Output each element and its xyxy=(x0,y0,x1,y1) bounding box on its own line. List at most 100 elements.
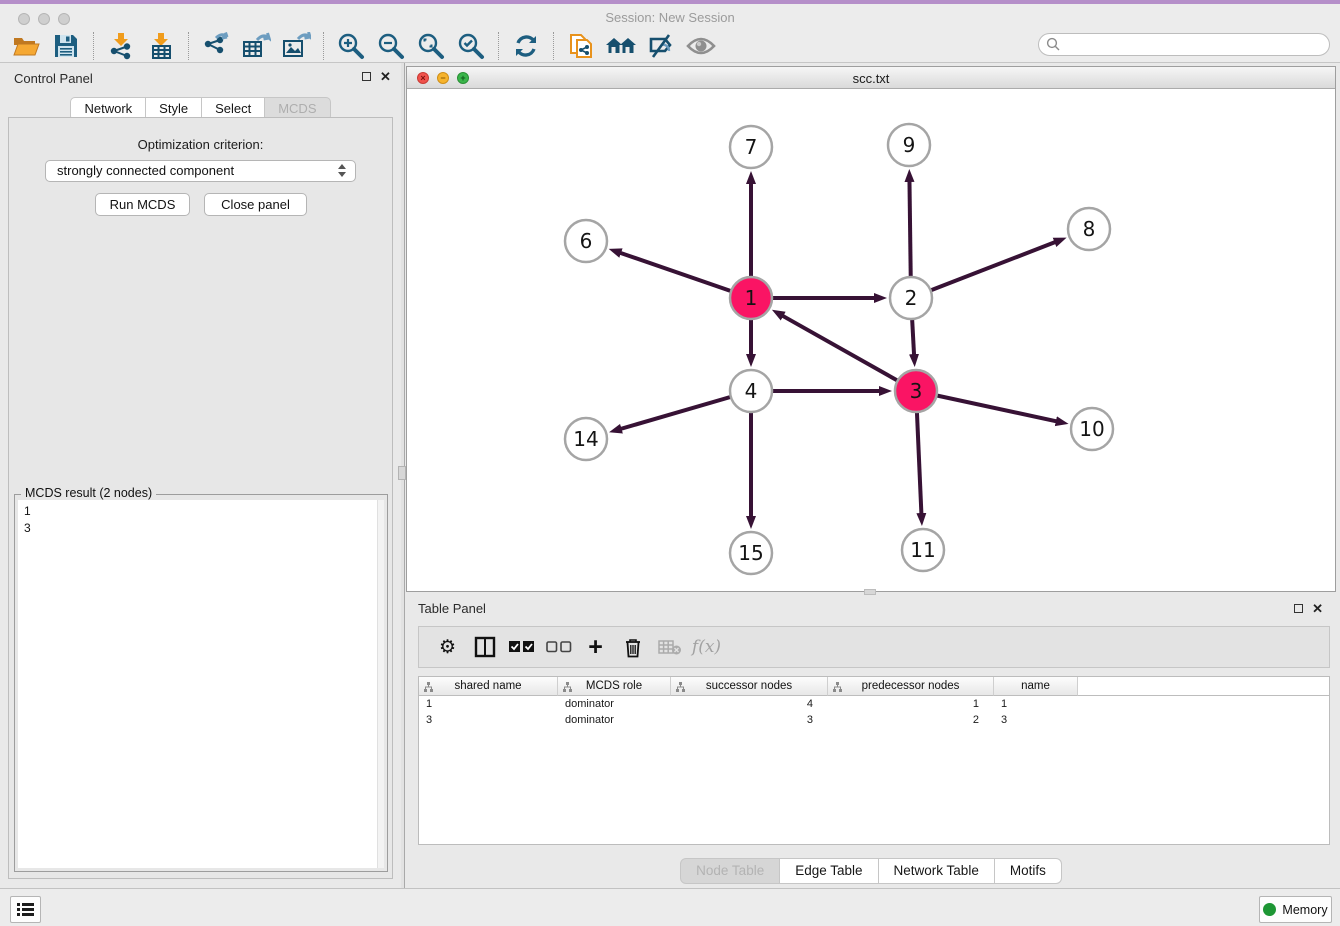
network-graph: 1 2 3 4 6 7 8 9 10 11 14 15 xyxy=(407,89,1335,591)
network-view-window: × − + scc.txt 1 2 3 4 6 7 8 9 10 11 14 15 xyxy=(406,66,1336,592)
column-type-icon xyxy=(563,681,572,699)
list-icon xyxy=(17,902,34,917)
graph-node-10[interactable]: 10 xyxy=(1071,408,1113,450)
close-table-panel-icon[interactable]: ✕ xyxy=(1312,604,1323,614)
save-session-icon[interactable] xyxy=(46,30,86,62)
graph-node-1[interactable]: 1 xyxy=(730,277,772,319)
result-scrollbar[interactable] xyxy=(377,500,384,868)
function-builder-icon[interactable]: f(x) xyxy=(688,630,725,664)
column-type-icon xyxy=(676,681,685,699)
network-window-titlebar[interactable]: × − + scc.txt xyxy=(407,67,1335,89)
horizontal-splitter-grip[interactable] xyxy=(864,589,876,595)
column-type-icon xyxy=(833,681,842,699)
search-icon xyxy=(1046,37,1060,56)
refresh-icon[interactable] xyxy=(506,30,546,62)
svg-text:3: 3 xyxy=(910,379,923,403)
table-header-row: shared name MCDS rolesuccessor nodesprede… xyxy=(419,677,1329,696)
float-panel-icon[interactable] xyxy=(362,72,371,81)
graph-node-14[interactable]: 14 xyxy=(565,418,607,460)
node-table[interactable]: shared name MCDS rolesuccessor nodesprede… xyxy=(418,676,1330,845)
open-session-icon[interactable] xyxy=(6,30,46,62)
run-mcds-button[interactable]: Run MCDS xyxy=(95,193,190,216)
graph-node-15[interactable]: 15 xyxy=(730,532,772,574)
window-titlebar: Session: New Session xyxy=(0,4,1340,29)
close-panel-icon[interactable]: ✕ xyxy=(380,72,391,82)
tab-motifs[interactable]: Motifs xyxy=(995,858,1062,884)
tab-node-table[interactable]: Node Table xyxy=(680,858,780,884)
cell-name[interactable]: 3 xyxy=(994,712,1078,728)
export-network-icon[interactable] xyxy=(196,30,236,62)
memory-button[interactable]: Memory xyxy=(1259,896,1332,923)
delete-table-icon[interactable] xyxy=(651,630,688,664)
label-visibility-icon[interactable] xyxy=(641,30,681,62)
graph-node-11[interactable]: 11 xyxy=(902,529,944,571)
import-table-icon[interactable] xyxy=(141,30,181,62)
column-label: shared name xyxy=(454,680,521,692)
select-all-columns-icon[interactable] xyxy=(503,630,540,664)
graph-node-3[interactable]: 3 xyxy=(895,370,937,412)
zoom-selected-icon[interactable] xyxy=(451,30,491,62)
graph-node-9[interactable]: 9 xyxy=(888,124,930,166)
search-input[interactable] xyxy=(1038,33,1330,56)
toolbar-separator xyxy=(553,32,554,60)
export-image-icon[interactable] xyxy=(276,30,316,62)
svg-text:9: 9 xyxy=(903,133,916,157)
cell-shared-name[interactable]: 3 xyxy=(419,712,558,728)
tab-edge-table[interactable]: Edge Table xyxy=(780,858,878,884)
cell-predecessor-nodes[interactable]: 2 xyxy=(828,712,994,728)
table-row[interactable]: 3dominator323 xyxy=(419,712,1329,728)
copy-network-icon[interactable] xyxy=(561,30,601,62)
graph-node-8[interactable]: 8 xyxy=(1068,208,1110,250)
table-row[interactable]: 1dominator411 xyxy=(419,696,1329,712)
mcds-panel: Optimization criterion: strongly connect… xyxy=(8,117,393,879)
edge-3-1[interactable] xyxy=(781,315,916,391)
graph-node-7[interactable]: 7 xyxy=(730,126,772,168)
column-header-successor-nodes[interactable]: successor nodes xyxy=(671,677,828,696)
import-network-icon[interactable] xyxy=(101,30,141,62)
column-header-MCDS-role[interactable]: MCDS role xyxy=(558,677,671,696)
toolbar-separator xyxy=(188,32,189,60)
application-window: Session: New Session xyxy=(0,0,1340,926)
status-bar: Memory xyxy=(0,888,1340,926)
cell-predecessor-nodes[interactable]: 1 xyxy=(828,696,994,712)
graph-node-2[interactable]: 2 xyxy=(890,277,932,319)
cell-successor-nodes[interactable]: 3 xyxy=(671,712,828,728)
add-column-icon[interactable]: + xyxy=(577,630,614,664)
export-table-icon[interactable] xyxy=(236,30,276,62)
zoom-in-icon[interactable] xyxy=(331,30,371,62)
svg-text:7: 7 xyxy=(745,135,758,159)
zoom-fit-icon[interactable] xyxy=(411,30,451,62)
table-options-icon[interactable]: ⚙ xyxy=(429,630,466,664)
cell-successor-nodes[interactable]: 4 xyxy=(671,696,828,712)
delete-column-icon[interactable] xyxy=(614,630,651,664)
svg-text:1: 1 xyxy=(745,286,758,310)
cell-MCDS-role[interactable]: dominator xyxy=(558,696,671,712)
tab-network-table[interactable]: Network Table xyxy=(879,858,995,884)
home-icon[interactable] xyxy=(601,30,641,62)
column-header-shared-name[interactable]: shared name xyxy=(419,677,558,696)
cell-name[interactable]: 1 xyxy=(994,696,1078,712)
optimization-criterion-label: Optimization criterion: xyxy=(9,137,392,152)
network-canvas[interactable]: 1 2 3 4 6 7 8 9 10 11 14 15 xyxy=(407,89,1335,591)
column-header-predecessor-nodes[interactable]: predecessor nodes xyxy=(828,677,994,696)
vertical-splitter-grip[interactable] xyxy=(398,466,406,480)
column-panel-icon[interactable] xyxy=(466,630,503,664)
cell-MCDS-role[interactable]: dominator xyxy=(558,712,671,728)
cell-shared-name[interactable]: 1 xyxy=(419,696,558,712)
float-table-panel-icon[interactable] xyxy=(1294,604,1303,613)
zoom-out-icon[interactable] xyxy=(371,30,411,62)
toolbar-separator xyxy=(498,32,499,60)
eye-icon[interactable] xyxy=(681,30,721,62)
control-panel-title: Control Panel xyxy=(14,71,93,86)
criterion-select[interactable]: strongly connected component xyxy=(45,160,356,182)
graph-node-4[interactable]: 4 xyxy=(730,370,772,412)
close-panel-button[interactable]: Close panel xyxy=(204,193,307,216)
graph-node-6[interactable]: 6 xyxy=(565,220,607,262)
task-history-button[interactable] xyxy=(10,896,41,923)
unselect-all-columns-icon[interactable] xyxy=(540,630,577,664)
edge-2-8[interactable] xyxy=(911,241,1057,298)
mcds-result-list[interactable]: 13 xyxy=(18,500,384,868)
column-header-name[interactable]: name xyxy=(994,677,1078,696)
column-label: name xyxy=(1021,680,1050,692)
svg-text:2: 2 xyxy=(905,286,918,310)
